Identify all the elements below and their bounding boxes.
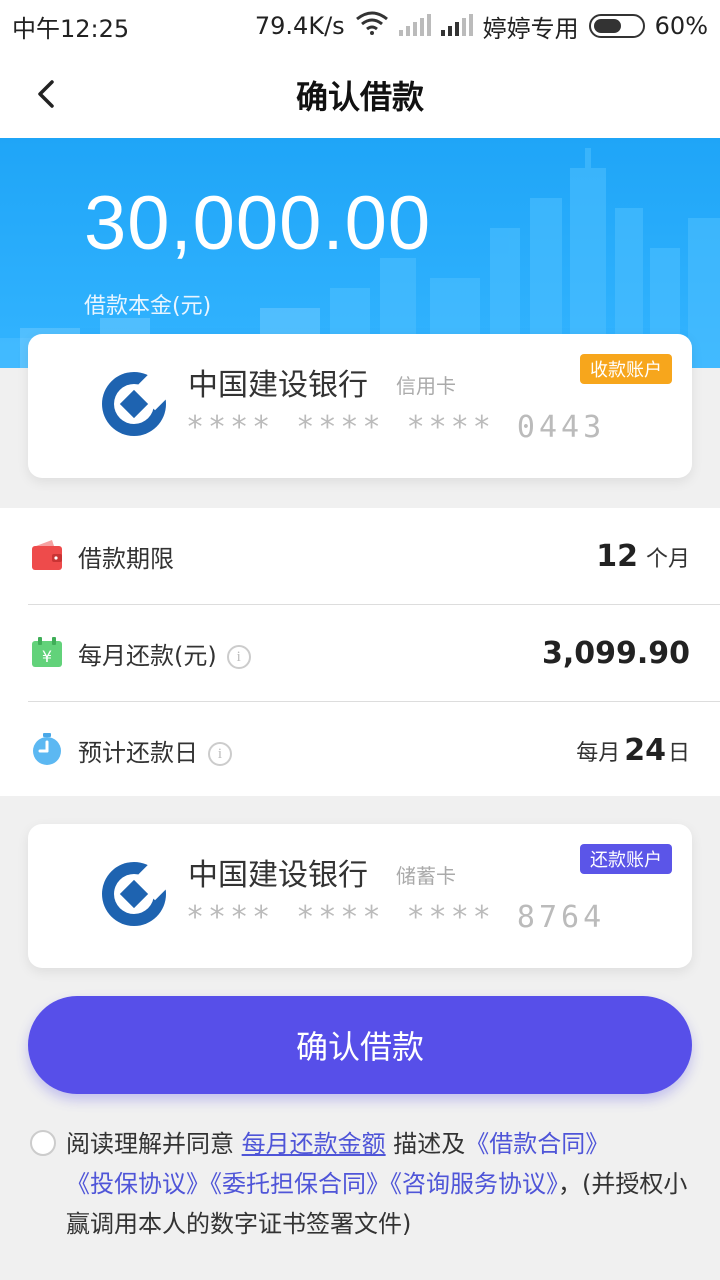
status-time: 中午12:25: [12, 14, 130, 43]
repayment-day-row: 预计还款日 i 每月 24日: [0, 702, 720, 798]
repayment-day-label: 预计还款日 i: [78, 733, 232, 768]
back-button[interactable]: [28, 76, 64, 112]
bank-name: 中国建设银行: [188, 368, 368, 403]
loan-term-label: 借款期限: [78, 544, 174, 573]
bank-name: 中国建设银行: [188, 858, 368, 893]
loan-contract-link[interactable]: 《借款合同》: [465, 1130, 609, 1158]
wallet-icon: [32, 540, 62, 570]
signal-icon-sim1: [398, 14, 431, 36]
calendar-yen-icon: ¥: [32, 637, 62, 667]
monthly-payment-value: 3,099.90: [541, 635, 690, 671]
agreement-text: 阅读理解并同意 每月还款金额 描述及《借款合同》: [30, 1124, 694, 1164]
card-type: 信用卡: [396, 374, 456, 398]
guarantee-contract-link[interactable]: 《委托担保合同》: [210, 1170, 390, 1198]
consulting-agreement-link[interactable]: 《咨询服务协议》: [390, 1170, 558, 1198]
agreement-middle: 描述及: [393, 1130, 466, 1158]
insurance-agreement-link[interactable]: 《投保协议》: [66, 1170, 210, 1198]
stopwatch-icon: [33, 733, 61, 765]
agreement-prefix: 阅读理解并同意: [66, 1130, 234, 1158]
card-number: **** **** **** 0443: [186, 410, 606, 445]
info-icon[interactable]: i: [226, 644, 251, 669]
agreement: 阅读理解并同意 每月还款金额 描述及《借款合同》 《投保协议》《委托担保合同》《…: [30, 1124, 694, 1244]
nav-bar: 确认借款: [0, 52, 720, 138]
monthly-amount-link[interactable]: 每月还款金额: [242, 1130, 386, 1158]
battery-icon: [588, 14, 645, 38]
svg-text:¥: ¥: [42, 647, 52, 666]
signal-icon-sim2: [440, 14, 473, 36]
receive-account-card[interactable]: 中国建设银行 信用卡 **** **** **** 0443 收款账户: [28, 334, 692, 478]
battery-percent: 60%: [654, 12, 708, 40]
ccb-logo-icon: [102, 860, 168, 926]
status-bar: 中午12:25 79.4K/s 婷婷专用 60%: [0, 0, 720, 52]
loan-details: 借款期限 12 个月 ¥ 每月还款(元) i 3,099.90 预计还款日 i 每月 2…: [0, 508, 720, 796]
card-type: 储蓄卡: [396, 864, 456, 888]
agreement-checkbox[interactable]: [30, 1130, 56, 1156]
repayment-day-number: 24: [624, 732, 666, 768]
page-title: 确认借款: [295, 78, 424, 116]
chevron-left-icon: [38, 80, 54, 108]
repay-account-card[interactable]: 中国建设银行 储蓄卡 **** **** **** 8764 还款账户: [28, 824, 692, 968]
net-speed: 79.4K/s: [254, 12, 345, 40]
info-icon[interactable]: i: [208, 741, 232, 766]
repayment-day-suffix: 日: [667, 740, 690, 766]
ccb-logo-icon: [102, 370, 168, 436]
loan-term-row: 借款期限 12 个月: [0, 508, 720, 604]
monthly-payment-label: 每月还款(元) i: [78, 636, 251, 671]
agreement-text-line2: 《投保协议》《委托担保合同》《咨询服务协议》，(并授权小赢调用本人的数字证书签署…: [30, 1164, 694, 1244]
loan-amount-label: 借款本金(元): [84, 294, 212, 319]
loan-term-number: 12: [596, 538, 638, 574]
monthly-payment-label-text: 每月还款(元): [78, 641, 217, 670]
monthly-payment-row: ¥ 每月还款(元) i 3,099.90: [0, 605, 720, 701]
card-number: **** **** **** 8764: [186, 900, 606, 935]
repayment-day-value: 每月 24日: [576, 733, 690, 768]
wifi-icon: [355, 11, 389, 41]
repayment-day-label-text: 预计还款日: [78, 738, 198, 767]
carrier-name: 婷婷专用: [482, 14, 579, 43]
repay-account-tag: 还款账户: [580, 844, 672, 874]
loan-amount: 30,000.00: [84, 181, 432, 266]
loan-term-value: 12 个月: [596, 539, 690, 574]
confirm-loan-button[interactable]: 确认借款: [28, 996, 692, 1094]
loan-term-unit: 个月: [645, 546, 690, 572]
repayment-day-prefix: 每月: [576, 740, 621, 766]
receive-account-tag: 收款账户: [580, 354, 672, 384]
